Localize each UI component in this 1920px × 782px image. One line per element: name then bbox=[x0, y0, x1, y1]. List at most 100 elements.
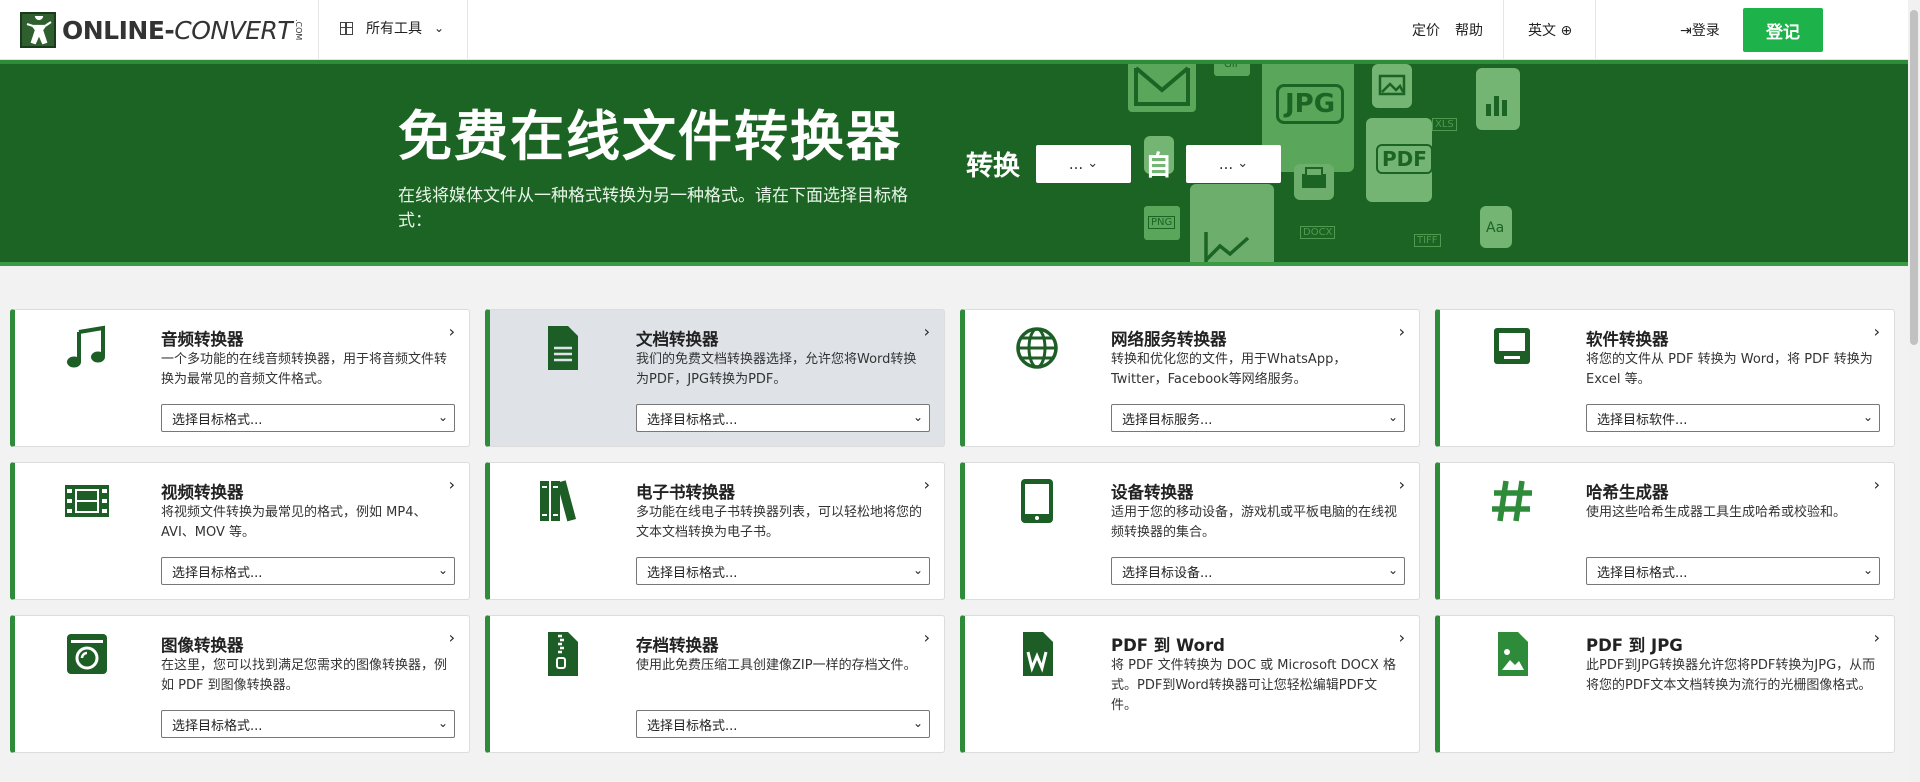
card-title: PDF 到 JPG bbox=[1586, 636, 1683, 655]
grid-icon bbox=[340, 21, 353, 35]
language-label: 英文 bbox=[1528, 23, 1556, 39]
hero-banner: 免费在线文件转换器 在线将媒体文件从一种格式转换为另一种格式。请在下面选择目标格… bbox=[0, 60, 1908, 266]
chevron-right-icon[interactable]: › bbox=[1399, 628, 1405, 647]
chevron-down-icon: ⌄ bbox=[1387, 410, 1398, 424]
card-title: 存档转换器 bbox=[636, 636, 719, 655]
music-note-icon bbox=[67, 325, 105, 368]
globe-icon: ⊕ bbox=[1560, 23, 1573, 39]
logo-online: ONLINE- bbox=[62, 15, 175, 45]
font-label: Aa bbox=[1486, 220, 1505, 236]
chevron-right-icon[interactable]: › bbox=[1874, 475, 1880, 494]
chevron-right-icon[interactable]: › bbox=[1874, 628, 1880, 647]
format-select[interactable]: 选择目标格式... ⌄ bbox=[161, 710, 455, 738]
logo-convert: CONVERT bbox=[174, 15, 293, 45]
card-pdf-to-word[interactable]: PDF 到 Word › 将 PDF 文件转换为 DOC 或 Microsoft… bbox=[960, 615, 1420, 753]
page-scrollbar[interactable] bbox=[1908, 0, 1920, 782]
site-logo[interactable]: ONLINE-CONVERT .COM bbox=[20, 12, 304, 48]
docx-label: DOCX bbox=[1300, 226, 1336, 239]
card-title: 软件转换器 bbox=[1586, 330, 1669, 349]
card-description: 使用这些哈希生成器工具生成哈希或校验和。 bbox=[1586, 505, 1847, 520]
chevron-right-icon[interactable]: › bbox=[449, 322, 455, 341]
scrollbar-thumb[interactable] bbox=[1910, 10, 1918, 345]
from-label: 自 bbox=[1145, 151, 1172, 182]
chevron-right-icon[interactable]: › bbox=[449, 475, 455, 494]
format-select[interactable]: 选择目标格式... ⌄ bbox=[1586, 557, 1880, 585]
logo-com: .COM bbox=[294, 19, 304, 41]
chevron-down-icon: ⌄ bbox=[1862, 563, 1873, 577]
card-description: 将 PDF 文件转换为 DOC 或 Microsoft DOCX 格式。PDF到… bbox=[1111, 658, 1396, 713]
chevron-down-icon: ⌄ bbox=[1237, 156, 1249, 171]
login-icon: ⇥ bbox=[1680, 23, 1692, 39]
xls-label: XLS bbox=[1432, 118, 1457, 131]
chevron-down-icon: ⌄ bbox=[912, 410, 923, 424]
chevron-right-icon[interactable]: › bbox=[449, 628, 455, 647]
header-divider bbox=[467, 0, 468, 60]
chevron-right-icon[interactable]: › bbox=[1874, 322, 1880, 341]
source-format-select[interactable]: ... ⌄ bbox=[1186, 144, 1281, 183]
service-select[interactable]: 选择目标服务... ⌄ bbox=[1111, 404, 1405, 432]
chevron-down-icon: ⌄ bbox=[437, 410, 448, 424]
chevron-down-icon: ⌄ bbox=[437, 563, 448, 577]
card-title: 哈希生成器 bbox=[1586, 483, 1669, 502]
format-select[interactable]: 选择目标格式... ⌄ bbox=[161, 404, 455, 432]
select-value: 选择目标设备... bbox=[1122, 565, 1213, 581]
card-audio-converter[interactable]: 音频转换器 › 一个多功能的在线音频转换器，用于将音频文件转换为最常见的音频文件… bbox=[10, 309, 470, 447]
select-value: 选择目标服务... bbox=[1122, 412, 1213, 428]
hash-icon bbox=[1492, 480, 1532, 522]
login-link[interactable]: ⇥登录 bbox=[1680, 20, 1720, 40]
card-document-converter[interactable]: 文档转换器 › 我们的免费文档转换器选择，允许您将Word转换为PDF，JPG转… bbox=[485, 309, 945, 447]
format-select[interactable]: 选择目标格式... ⌄ bbox=[636, 404, 930, 432]
device-select[interactable]: 选择目标设备... ⌄ bbox=[1111, 557, 1405, 585]
card-software-converter[interactable]: 软件转换器 › 将您的文件从 PDF 转换为 Word，将 PDF 转换为 Ex… bbox=[1435, 309, 1895, 447]
chevron-right-icon[interactable]: › bbox=[924, 628, 930, 647]
signup-button[interactable]: 登记 bbox=[1743, 8, 1823, 52]
help-link[interactable]: 帮助 bbox=[1455, 20, 1483, 40]
printer-icon bbox=[1294, 164, 1334, 200]
target-format-select[interactable]: ... ⌄ bbox=[1036, 144, 1131, 183]
card-webservice-converter[interactable]: 网络服务转换器 › 转换和优化您的文件，用于WhatsApp，Twitter，F… bbox=[960, 309, 1420, 447]
chevron-right-icon[interactable]: › bbox=[924, 475, 930, 494]
card-pdf-to-jpg[interactable]: PDF 到 JPG › 此PDF到JPG转换器允许您将PDF转换为JPG，从而将… bbox=[1435, 615, 1895, 753]
gif-label: GIF bbox=[1224, 60, 1241, 70]
select-value: 选择目标格式... bbox=[647, 718, 738, 734]
chart-line-file-icon bbox=[1190, 184, 1274, 266]
chevron-right-icon[interactable]: › bbox=[1399, 475, 1405, 494]
chevron-down-icon: ⌄ bbox=[1862, 410, 1873, 424]
hero-stripe bbox=[0, 262, 1908, 266]
all-tools-menu[interactable]: 所有工具 ⌄ bbox=[340, 18, 444, 38]
card-title: 设备转换器 bbox=[1111, 483, 1194, 502]
format-select[interactable]: 选择目标格式... ⌄ bbox=[636, 710, 930, 738]
card-hash-generator[interactable]: 哈希生成器 › 使用这些哈希生成器工具生成哈希或校验和。 选择目标格式... ⌄ bbox=[1435, 462, 1895, 600]
card-title: 网络服务转换器 bbox=[1111, 330, 1227, 349]
chevron-down-icon: ⌄ bbox=[1387, 563, 1398, 577]
source-format-value: ... bbox=[1218, 154, 1234, 173]
pricing-link[interactable]: 定价 bbox=[1412, 20, 1440, 40]
format-select[interactable]: 选择目标格式... ⌄ bbox=[636, 557, 930, 585]
card-ebook-converter[interactable]: 电子书转换器 › 多功能在线电子书转换器列表，可以轻松地将您的文本文档转换为电子… bbox=[485, 462, 945, 600]
software-select[interactable]: 选择目标软件... ⌄ bbox=[1586, 404, 1880, 432]
card-title: 电子书转换器 bbox=[636, 483, 735, 502]
card-description: 转换和优化您的文件，用于WhatsApp，Twitter，Facebook等网络… bbox=[1111, 352, 1347, 387]
docx-file-icon: DOCX bbox=[1296, 220, 1344, 248]
card-title: 图像转换器 bbox=[161, 636, 244, 655]
card-title: PDF 到 Word bbox=[1111, 636, 1225, 655]
card-description: 适用于您的移动设备，游戏机或平板电脑的在线视频转换器的集合。 bbox=[1111, 505, 1398, 540]
font-file-icon: Aa bbox=[1480, 206, 1512, 248]
card-archive-converter[interactable]: 存档转换器 › 使用此免费压缩工具创建像ZIP一样的存档文件。 选择目标格式..… bbox=[485, 615, 945, 753]
tiff-label: TIFF bbox=[1414, 234, 1441, 247]
card-description: 一个多功能的在线音频转换器，用于将音频文件转换为最常见的音频文件格式。 bbox=[161, 352, 448, 387]
logo-mark-icon bbox=[20, 12, 56, 48]
card-video-converter[interactable]: 视频转换器 › 将视频文件转换为最常见的格式，例如 MP4、AVI、MOV 等。… bbox=[10, 462, 470, 600]
card-device-converter[interactable]: 设备转换器 › 适用于您的移动设备，游戏机或平板电脑的在线视频转换器的集合。 选… bbox=[960, 462, 1420, 600]
chevron-down-icon: ⌄ bbox=[912, 563, 923, 577]
convert-selector-row: 转换 ... ⌄ 自 ... ⌄ bbox=[966, 144, 1281, 183]
pdf-file-icon: PDF bbox=[1366, 118, 1433, 202]
chevron-right-icon[interactable]: › bbox=[1399, 322, 1405, 341]
all-tools-label: 所有工具 bbox=[366, 21, 422, 37]
language-selector[interactable]: 英文 ⊕ bbox=[1528, 20, 1572, 40]
chevron-right-icon[interactable]: › bbox=[924, 322, 930, 341]
hero-subtitle: 在线将媒体文件从一种格式转换为另一种格式。请在下面选择目标格式： bbox=[398, 186, 908, 231]
monitor-icon bbox=[1494, 328, 1530, 364]
format-select[interactable]: 选择目标格式... ⌄ bbox=[161, 557, 455, 585]
card-image-converter[interactable]: 图像转换器 › 在这里，您可以找到满足您需求的图像转换器，例如 PDF 到图像转… bbox=[10, 615, 470, 753]
